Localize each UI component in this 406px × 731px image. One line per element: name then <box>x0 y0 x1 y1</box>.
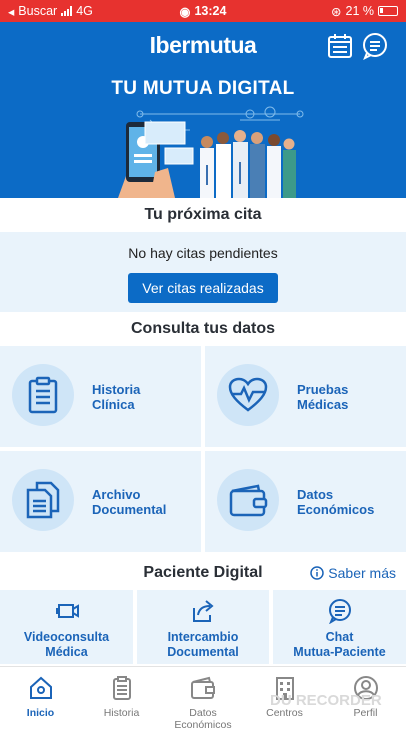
cita-panel: No hay citas pendientes Ver citas realiz… <box>0 232 406 312</box>
app-header: Ibermutua <box>0 22 406 70</box>
intercambio-documental-tile[interactable]: Intercambio Documental <box>137 590 269 664</box>
tile-label: Videoconsulta Médica <box>23 630 110 659</box>
clipboard-icon <box>112 676 131 700</box>
heart-pulse-icon <box>217 364 279 426</box>
tile-label: Chat Mutua-Paciente <box>293 630 386 659</box>
signal-icon <box>61 6 73 16</box>
tab-label: Inicio <box>26 707 55 719</box>
chat-icon[interactable] <box>361 32 389 60</box>
datos-economicos-tile[interactable]: Datos Económicos <box>205 451 406 552</box>
clock: 13:24 <box>194 4 227 18</box>
promo-banner[interactable]: TU MUTUA DIGITAL <box>0 70 406 198</box>
tab-historia[interactable]: Historia <box>81 667 162 721</box>
consulta-section-title: Consulta tus datos <box>0 312 406 346</box>
archivo-documental-tile[interactable]: Archivo Documental <box>0 451 201 552</box>
clipboard-icon <box>12 364 74 426</box>
tab-label: Datos Económicos <box>174 707 232 731</box>
record-icon: ◉ <box>179 4 191 19</box>
chat-icon <box>328 599 351 624</box>
home-icon <box>29 676 52 699</box>
network-label: 4G <box>76 4 93 18</box>
info-icon <box>310 566 325 580</box>
battery-icon <box>378 6 398 16</box>
wallet-icon <box>217 469 279 531</box>
past-appointments-button[interactable]: Ver citas realizadas <box>128 273 278 303</box>
calendar-icon[interactable] <box>326 32 354 60</box>
no-appointments-text: No hay citas pendientes <box>128 245 278 261</box>
battery-label: 21 % <box>345 4 375 18</box>
historia-clinica-tile[interactable]: Historia Clínica <box>0 346 201 447</box>
cita-section-title: Tu próxima cita <box>0 198 406 232</box>
chat-mutua-tile[interactable]: Chat Mutua-Paciente <box>273 590 406 664</box>
status-bar: ◂ Buscar 4G ◉ 13:24 ⊛ 21 % <box>0 0 406 22</box>
wallet-icon <box>191 676 215 699</box>
tab-datos-economicos[interactable]: Datos Económicos <box>162 667 244 731</box>
doctors-illustration <box>118 106 304 198</box>
carrier-label: Buscar <box>18 4 58 18</box>
pruebas-medicas-tile[interactable]: Pruebas Médicas <box>205 346 406 447</box>
tile-label: Datos Económicos <box>297 487 375 517</box>
videoconsulta-tile[interactable]: Videoconsulta Médica <box>0 590 133 664</box>
recorder-watermark: DU RECORDER <box>270 692 382 709</box>
rotation-lock-icon: ⊛ <box>331 4 342 19</box>
documents-icon <box>12 469 74 531</box>
paciente-digital-header: Paciente Digital Saber más <box>0 561 406 587</box>
tile-label: Intercambio Documental <box>167 630 239 659</box>
share-icon <box>193 600 214 622</box>
saber-mas-link[interactable]: Saber más <box>310 565 396 581</box>
tile-label: Historia Clínica <box>92 382 141 412</box>
tab-label: Historia <box>103 707 140 719</box>
apple-icon: ◂ <box>8 4 15 19</box>
tile-label: Pruebas Médicas <box>297 382 349 412</box>
tile-label: Archivo Documental <box>92 487 167 517</box>
tab-inicio[interactable]: Inicio <box>0 667 81 721</box>
video-icon <box>55 604 79 618</box>
